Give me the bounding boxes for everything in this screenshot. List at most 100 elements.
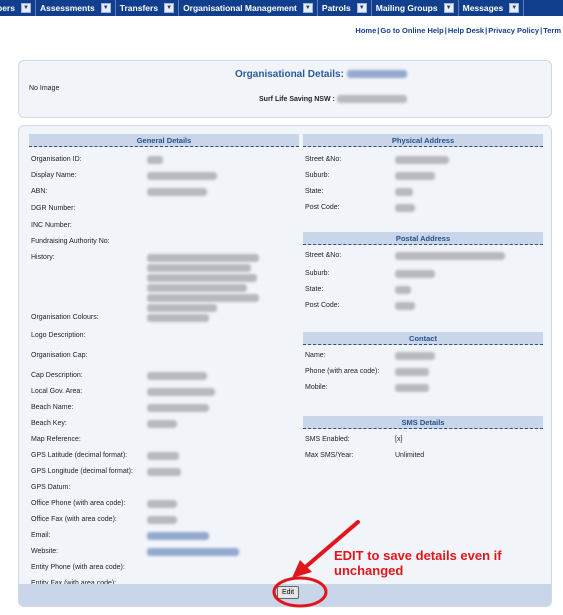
field-label: Office Fax (with area code): [31, 516, 117, 523]
redacted-value [147, 452, 179, 460]
redacted-value [147, 314, 209, 322]
redacted-value [147, 372, 207, 380]
redacted-value [395, 352, 435, 360]
dropdown-icon[interactable] [356, 3, 367, 13]
field-label: History: [31, 254, 55, 261]
redacted-value [395, 384, 429, 392]
dropdown-icon[interactable] [302, 3, 313, 13]
redacted-email-link[interactable] [147, 532, 209, 540]
annotation-note: EDIT to save details even if unchanged [334, 548, 502, 578]
field-label: Beach Key: [31, 420, 67, 427]
field-label: Logo Description: [31, 332, 86, 339]
terms-link[interactable]: Term [543, 26, 561, 35]
nav-label: Messages [462, 3, 504, 13]
page-title-label: Organisational Details: [235, 69, 344, 80]
redacted-line [147, 284, 247, 292]
field-label: Map Reference: [31, 436, 81, 443]
nav-item-assessments[interactable]: Assessments [36, 0, 116, 16]
redacted-value [147, 404, 209, 412]
field-label: Fundraising Authority No: [31, 238, 110, 245]
field-label: Office Phone (with area code): [31, 500, 126, 507]
nav-item-members[interactable]: bers [0, 0, 36, 16]
redacted-value [395, 286, 411, 294]
redacted-value [395, 188, 413, 196]
redacted-value [147, 156, 163, 164]
no-image-placeholder: No Image [29, 85, 60, 92]
redacted-value [395, 156, 449, 164]
nav-label: Assessments [39, 3, 95, 13]
privacy-policy-link[interactable]: Privacy Policy [488, 26, 539, 35]
redacted-history [147, 254, 267, 312]
redacted-value [147, 188, 207, 196]
field-label: Email: [31, 532, 51, 539]
redacted-value [395, 302, 415, 310]
general-details-section: General Details Organisation ID: Display… [29, 134, 299, 587]
field-label: GPS Latitude (decimal format): [31, 452, 128, 459]
redacted-value [147, 500, 177, 508]
field-label: Organisation Colours: [31, 314, 99, 321]
top-navigation: bers Assessments Transfers Organisationa… [0, 0, 563, 16]
section-header: Physical Address [303, 134, 543, 147]
field-label: ABN: [31, 188, 48, 195]
help-desk-link[interactable]: Help Desk [448, 26, 484, 35]
details-panel: General Details Organisation ID: Display… [18, 125, 552, 607]
field-label: Local Gov. Area: [31, 388, 83, 395]
max-sms-value: Unlimited [395, 452, 425, 459]
redacted-value [395, 172, 435, 180]
dropdown-icon[interactable] [20, 3, 31, 13]
online-help-link[interactable]: Go to Online Help [380, 26, 443, 35]
field-label: Post Code: [305, 302, 340, 309]
sms-enabled-checkbox[interactable]: [x] [395, 436, 402, 443]
field-label: INC Number: [31, 222, 72, 229]
field-label: Street &No: [305, 156, 342, 163]
subtitle-label: Surf Life Saving NSW : [259, 95, 335, 103]
utility-links: Home|Go to Online Help|Help Desk|Privacy… [355, 26, 561, 35]
field-label: Display Name: [31, 172, 77, 179]
field-label: Suburb: [305, 172, 330, 179]
address-contact-column: Physical Address Street &No: Suburb: Sta… [303, 134, 543, 464]
redacted-value [395, 252, 505, 260]
field-label: Entity Phone (with area code): [31, 564, 125, 571]
field-label: GPS Datum: [31, 484, 71, 491]
field-label: Post Code: [305, 204, 340, 211]
field-label: Cap Description: [31, 372, 83, 379]
redacted-value [395, 270, 435, 278]
redacted-value [395, 368, 429, 376]
field-label: Beach Name: [31, 404, 74, 411]
edit-button[interactable]: Edit [277, 586, 299, 599]
nav-label: bers [0, 3, 15, 13]
dropdown-icon[interactable] [443, 3, 454, 13]
field-label: Organisation Cap: [31, 352, 88, 359]
field-label: Phone (with area code): [305, 368, 380, 375]
field-label: GPS Longitude (decimal format): [31, 468, 133, 475]
nav-item-messages[interactable]: Messages [459, 0, 525, 16]
section-header: Contact [303, 332, 543, 345]
field-label: DGR Number: [31, 205, 76, 212]
section-header: General Details [29, 134, 299, 147]
field-label: Max SMS/Year: [305, 452, 354, 459]
redacted-website-link[interactable] [147, 548, 239, 556]
redacted-value [395, 204, 415, 212]
nav-label: Organisational Management [183, 3, 297, 13]
field-label: Name: [305, 352, 326, 359]
nav-label: Transfers [119, 3, 159, 13]
nav-item-transfers[interactable]: Transfers [116, 0, 180, 16]
nav-item-patrols[interactable]: Patrols [318, 0, 372, 16]
redacted-organisation-name [346, 70, 407, 79]
section-header: SMS Details [303, 416, 543, 429]
redacted-value [147, 468, 181, 476]
organisation-subtitle: Surf Life Saving NSW : [259, 95, 407, 103]
redacted-line [147, 274, 257, 282]
dropdown-icon[interactable] [100, 3, 111, 13]
section-header: Postal Address [303, 232, 543, 245]
dropdown-icon[interactable] [164, 3, 175, 13]
field-label: Website: [31, 548, 59, 555]
field-label: State: [305, 188, 324, 195]
nav-item-mailing-groups[interactable]: Mailing Groups [372, 0, 459, 16]
field-label: Suburb: [305, 270, 330, 277]
nav-item-organisational-management[interactable]: Organisational Management [179, 0, 318, 16]
nav-label: Patrols [321, 3, 351, 13]
field-label: Organisation ID: [31, 156, 82, 163]
home-link[interactable]: Home [355, 26, 376, 35]
dropdown-icon[interactable] [509, 3, 520, 13]
